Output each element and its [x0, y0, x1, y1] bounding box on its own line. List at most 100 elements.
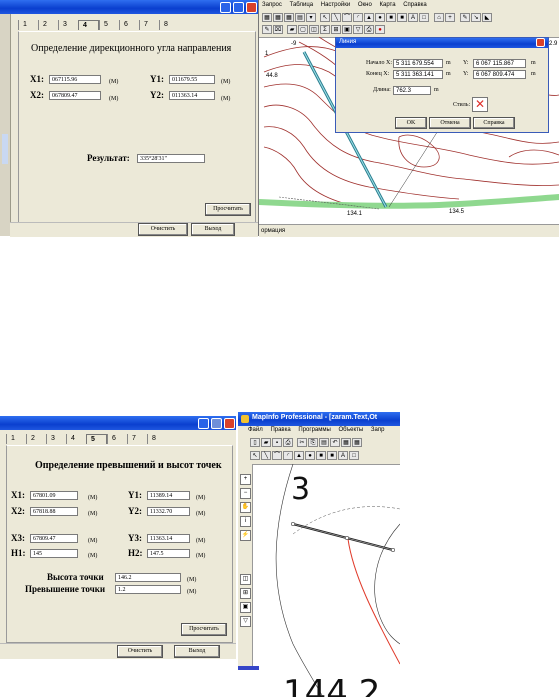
polygon-icon[interactable]: ▲: [364, 13, 374, 22]
frame-icon[interactable]: □: [349, 451, 359, 460]
graph-icon[interactable]: ▤: [295, 13, 305, 22]
menu-options[interactable]: Настройки: [321, 2, 350, 8]
select-icon[interactable]: ⌧: [273, 25, 283, 34]
cancel-button[interactable]: Отмена: [429, 117, 471, 129]
tab-5[interactable]: 5: [86, 434, 107, 444]
zoom-out-icon[interactable]: −: [240, 488, 251, 499]
tab-8[interactable]: 8: [147, 434, 167, 444]
tab-8[interactable]: 8: [159, 20, 179, 30]
layer-icon[interactable]: ◫: [309, 25, 319, 34]
minimize-icon[interactable]: [198, 418, 209, 429]
x1-field[interactable]: 67801.09: [30, 491, 78, 500]
record-icon[interactable]: ●: [375, 25, 385, 34]
window-icon[interactable]: ▦: [352, 438, 362, 447]
ok-button[interactable]: OK: [395, 117, 427, 129]
tab-3[interactable]: 3: [58, 20, 78, 30]
maximize-icon[interactable]: [211, 418, 222, 429]
clear-button[interactable]: Очистить: [117, 645, 163, 658]
region-icon[interactable]: ◣: [482, 13, 492, 22]
print-icon[interactable]: ⎙: [364, 25, 374, 34]
tab-2[interactable]: 2: [26, 434, 46, 444]
info-icon[interactable]: ▢: [298, 25, 308, 34]
window-icon[interactable]: ▦: [262, 13, 272, 22]
symbol-icon[interactable]: ↘: [471, 13, 481, 22]
copy-icon[interactable]: ⎘: [308, 438, 318, 447]
text-icon[interactable]: A: [408, 13, 418, 22]
ruler-icon[interactable]: ⊞: [331, 25, 341, 34]
tab-4[interactable]: 4: [66, 434, 86, 444]
y2-field[interactable]: 011363.14: [169, 91, 215, 100]
undo-icon[interactable]: ↶: [330, 438, 340, 447]
menu-edit[interactable]: Правка: [270, 427, 290, 433]
sum-icon[interactable]: Σ: [320, 25, 330, 34]
calculate-button[interactable]: Просчитать: [181, 623, 227, 636]
close-icon[interactable]: [224, 418, 235, 429]
dropdown-icon[interactable]: ▾: [306, 13, 316, 22]
angle-tab-strip[interactable]: 1 2 3 4 5 6 7 8: [18, 20, 179, 30]
reshape-icon[interactable]: ⌂: [434, 13, 444, 22]
segment-node[interactable]: [290, 521, 296, 527]
style-icon[interactable]: ✎: [460, 13, 470, 22]
start-x-field[interactable]: 5 311 679.554: [393, 59, 443, 68]
window-icon[interactable]: ▦: [284, 13, 294, 22]
close-icon[interactable]: [536, 38, 545, 47]
rectangle-icon[interactable]: ■: [386, 13, 396, 22]
ellipse-icon[interactable]: ●: [305, 451, 315, 460]
print-icon[interactable]: ⎙: [283, 438, 293, 447]
ruler-icon[interactable]: ⊞: [240, 588, 251, 599]
menu-table[interactable]: Таблица: [290, 2, 314, 8]
help-button[interactable]: Справка: [473, 117, 515, 129]
menu-window[interactable]: Окно: [358, 2, 372, 8]
exit-button[interactable]: Выход: [174, 645, 220, 658]
segment-node[interactable]: [390, 547, 396, 553]
rounded-rect-icon[interactable]: ■: [327, 451, 337, 460]
lightning-icon[interactable]: ⚡: [240, 530, 251, 541]
end-y-field[interactable]: 6 067 809.474: [473, 70, 526, 79]
legend-icon[interactable]: ▣: [240, 602, 251, 613]
info-icon[interactable]: i: [240, 516, 251, 527]
cut-icon[interactable]: ✂: [297, 438, 307, 447]
tab-4[interactable]: 4: [78, 20, 99, 30]
menu-query[interactable]: Запр: [371, 427, 385, 433]
legend-icon[interactable]: ▣: [342, 25, 352, 34]
polyline-icon[interactable]: ⌒: [342, 13, 352, 22]
end-x-field[interactable]: 5 311 363.141: [393, 70, 443, 79]
tab-6[interactable]: 6: [107, 434, 127, 444]
point-excess-field[interactable]: 1.2: [115, 585, 181, 594]
length-field[interactable]: 762.3: [393, 86, 431, 95]
select-arrow-icon[interactable]: ↖: [250, 451, 260, 460]
line-icon[interactable]: ╲: [261, 451, 271, 460]
tab-7[interactable]: 7: [139, 20, 159, 30]
layer-icon[interactable]: ◫: [240, 574, 251, 585]
menu-map[interactable]: Карта: [379, 2, 395, 8]
y3-field[interactable]: 11363.14: [147, 534, 190, 543]
close-icon[interactable]: [246, 2, 257, 13]
elevation-tab-strip[interactable]: 1 2 3 4 5 6 7 8: [6, 434, 167, 444]
line-icon[interactable]: ╲: [331, 13, 341, 22]
pencil-icon[interactable]: ✎: [262, 25, 272, 34]
y1-field[interactable]: 011679.55: [169, 75, 215, 84]
tab-1[interactable]: 1: [18, 20, 38, 30]
filter-icon[interactable]: ▽: [240, 616, 251, 627]
zoom-in-icon[interactable]: +: [240, 474, 251, 485]
x2-field[interactable]: 067809.47: [49, 91, 101, 100]
polygon-icon[interactable]: ▲: [294, 451, 304, 460]
tab-3[interactable]: 3: [46, 434, 66, 444]
start-y-field[interactable]: 6 067 115.867: [473, 59, 526, 68]
tab-2[interactable]: 2: [38, 20, 58, 30]
tab-1[interactable]: 1: [6, 434, 26, 444]
x2-field[interactable]: 67818.88: [30, 507, 78, 516]
tab-6[interactable]: 6: [119, 20, 139, 30]
polyline-icon[interactable]: ⌒: [272, 451, 282, 460]
window-icon[interactable]: ▦: [341, 438, 351, 447]
tab-5[interactable]: 5: [99, 20, 119, 30]
select-arrow-icon[interactable]: ↖: [320, 13, 330, 22]
maximize-icon[interactable]: [233, 2, 244, 13]
new-file-icon[interactable]: ▯: [250, 438, 260, 447]
map2-titlebar[interactable]: MapInfo Professional - [zaram.Text,Ot: [238, 412, 400, 426]
result-field[interactable]: 335°28'31": [137, 154, 205, 163]
arc-icon[interactable]: ◜: [283, 451, 293, 460]
rounded-rect-icon[interactable]: ■: [397, 13, 407, 22]
y2-field[interactable]: 11332.70: [147, 507, 190, 516]
y1-field[interactable]: 11389.14: [147, 491, 190, 500]
